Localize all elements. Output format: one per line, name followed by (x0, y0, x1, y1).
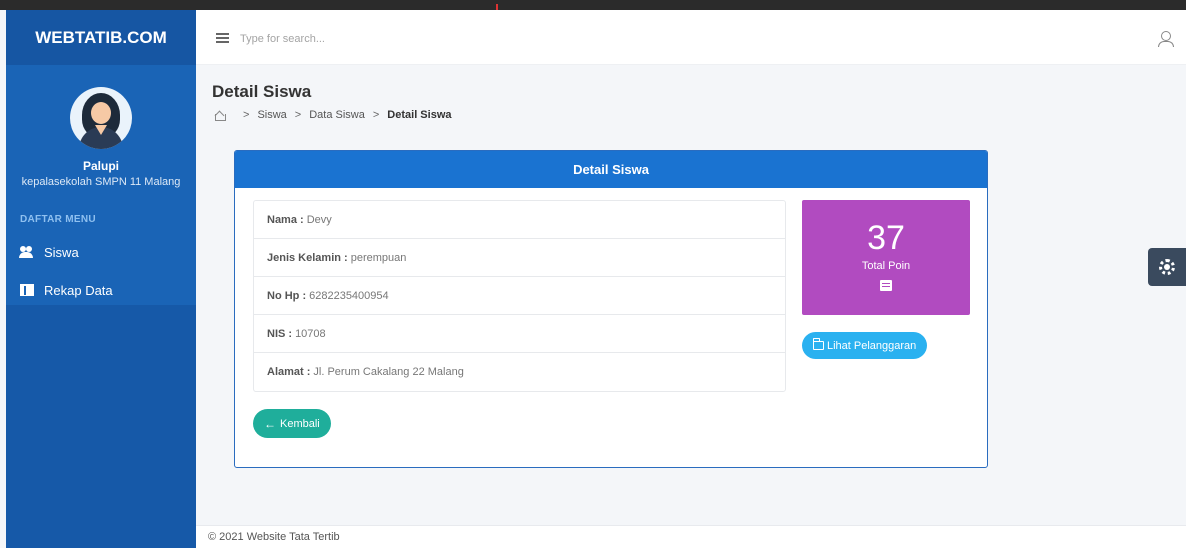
breadcrumb-separator: > (243, 109, 250, 121)
sidebar-item-label: Rekap Data (44, 282, 113, 298)
brand-logo[interactable]: WEBTATIB.COM (6, 10, 196, 65)
footer: © 2021 Website Tata Tertib (196, 525, 1186, 548)
breadcrumb-current: Detail Siswa (387, 109, 452, 121)
profile-role: kepalasekolah SMPN 11 Malang (21, 176, 181, 188)
field-label: No Hp : (267, 289, 307, 302)
lihat-pelanggaran-button[interactable]: Lihat Pelanggaran (802, 332, 928, 359)
sidebar-background (6, 305, 196, 548)
profile-name: Palupi (82, 159, 119, 173)
book-icon (20, 284, 34, 296)
user-icon[interactable] (1158, 31, 1174, 47)
field-value: 10708 (295, 327, 326, 340)
info-row-jenis-kelamin: Jenis Kelamin : perempuan (254, 239, 785, 277)
info-row-nama: Nama : Devy (254, 201, 785, 239)
kembali-button[interactable]: ← Kembali (253, 409, 331, 438)
users-icon (19, 246, 34, 258)
sidebar-item-rekap-data[interactable]: Rekap Data (6, 271, 196, 309)
field-label: Nama : (267, 213, 304, 226)
total-poin-box: 37 Total Poin (802, 200, 970, 315)
field-value: Devy (306, 213, 332, 226)
field-value: 6282235400954 (309, 289, 389, 302)
sidebar-item-label: Siswa (44, 244, 79, 260)
field-label: Jenis Kelamin : (267, 251, 348, 264)
student-info-list: Nama : Devy Jenis Kelamin : perempuan No… (253, 200, 786, 392)
poin-label: Total Poin (861, 260, 911, 272)
button-label: Kembali (280, 417, 320, 430)
breadcrumb-separator: > (372, 109, 380, 121)
field-label: Alamat : (267, 366, 311, 378)
info-row-alamat: Alamat : Jl. Perum Cakalang 22 Malang (254, 353, 785, 391)
folder-icon (812, 338, 824, 350)
settings-button[interactable] (1148, 248, 1186, 286)
arrow-left-icon: ← (264, 416, 276, 431)
top-navbar (196, 10, 1186, 65)
info-row-no-hp: No Hp : 6282235400954 (254, 277, 785, 315)
info-row-nis: NIS : 10708 (254, 315, 785, 353)
card-title: Detail Siswa (235, 151, 987, 188)
breadcrumb-siswa[interactable]: Siswa (257, 109, 286, 121)
search-input[interactable] (240, 28, 640, 50)
poin-value: 37 (867, 219, 905, 257)
breadcrumb: > Siswa > Data Siswa > Detail Siswa (214, 109, 452, 121)
gear-icon (1159, 259, 1175, 275)
home-icon[interactable] (214, 110, 226, 121)
user-profile: Palupi kepalasekolah SMPN 11 Malang (6, 65, 196, 205)
top-strip (0, 0, 1186, 10)
sidebar: WEBTATIB.COM Palupi kepalasekolah SMPN 1… (6, 10, 196, 548)
breadcrumb-separator: > (294, 109, 302, 121)
field-value: perempuan (350, 251, 407, 264)
field-label: NIS : (267, 327, 293, 340)
menu-header: DAFTAR MENU (6, 205, 196, 233)
detail-card: Detail Siswa Nama : Devy Jenis Kelamin :… (234, 150, 988, 468)
menu-toggle-icon[interactable] (216, 33, 229, 43)
breadcrumb-data-siswa[interactable]: Data Siswa (309, 109, 365, 121)
field-value: Jl. Perum Cakalang 22 Malang (313, 366, 464, 378)
page-title: Detail Siswa (212, 82, 312, 101)
avatar (70, 87, 132, 149)
sidebar-item-siswa[interactable]: Siswa (6, 233, 196, 271)
table-icon (880, 280, 892, 291)
button-label: Lihat Pelanggaran (827, 339, 917, 352)
